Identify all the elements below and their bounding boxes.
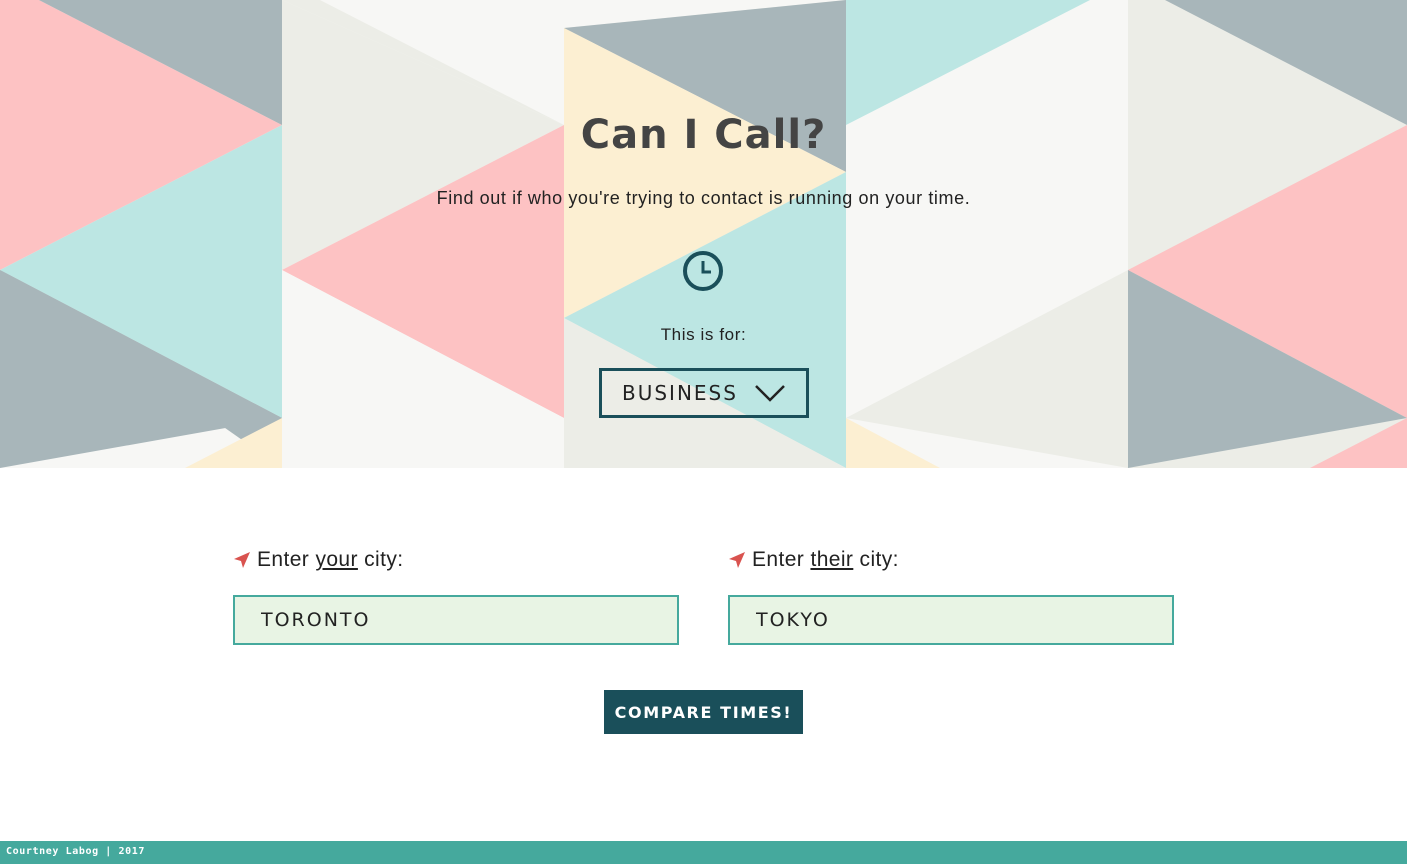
purpose-select-value: BUSINESS — [622, 381, 738, 405]
their-city-label-suffix: city: — [853, 548, 899, 571]
location-arrow-icon — [234, 552, 250, 568]
your-city-label-suffix: city: — [357, 548, 404, 571]
page-title: Can I Call? — [580, 112, 827, 158]
your-city-label: Enter your city: — [233, 548, 403, 572]
your-city-label-prefix: Enter — [257, 548, 310, 571]
hero-banner: Can I Call? Find out if who you're tryin… — [0, 0, 1407, 468]
footer: Courtney Labog | 2017 — [0, 841, 1407, 864]
chevron-down-icon — [755, 385, 785, 402]
footer-credit: Courtney Labog | 2017 — [6, 846, 146, 857]
compare-times-button[interactable]: COMPARE TIMES! — [604, 690, 803, 734]
their-city-label: Enter their city: — [728, 548, 899, 572]
tagline: Find out if who you're trying to contact… — [436, 188, 971, 208]
your-city-label-emphasis: your — [315, 548, 358, 571]
their-city-label-prefix: Enter — [752, 548, 805, 571]
location-arrow-icon — [729, 552, 745, 568]
purpose-select[interactable]: BUSINESS — [599, 368, 809, 418]
their-city-label-emphasis: their — [810, 548, 854, 571]
your-city-input[interactable] — [233, 595, 679, 645]
clock-icon — [683, 251, 723, 291]
their-city-input[interactable] — [728, 595, 1174, 645]
purpose-label: This is for: — [660, 325, 747, 344]
